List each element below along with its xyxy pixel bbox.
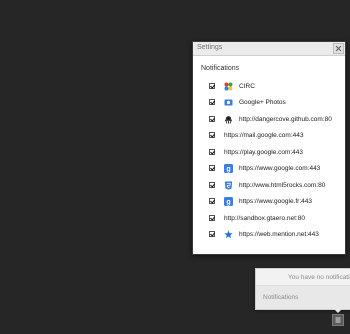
item-label: https://mail.google.com:443 (224, 131, 304, 139)
settings-dialog: Settings Notifications CIRC Google+ Phot… (192, 41, 346, 255)
menu-icon (335, 317, 341, 323)
notification-checkbox[interactable] (209, 83, 215, 89)
svg-text:g: g (226, 166, 230, 173)
notification-checkbox[interactable] (209, 198, 215, 204)
close-icon (335, 45, 342, 52)
google-g-icon: g (224, 163, 233, 173)
item-label: https://web.mention.net:443 (239, 230, 319, 238)
notification-checkbox[interactable] (209, 165, 215, 171)
item-label: http://www.html5rocks.com:80 (239, 181, 326, 189)
list-item: Google+ Photos (209, 97, 286, 107)
notification-checkbox[interactable] (209, 149, 215, 155)
notification-checkbox[interactable] (209, 132, 215, 138)
svg-text:g: g (226, 199, 230, 206)
dialog-title: Settings (197, 44, 223, 51)
list-item: http://dangercove.github.com:80 (209, 114, 332, 124)
list-item: g https://www.google.com:443 (209, 163, 320, 173)
notifications-footer-label: Notifications (263, 294, 299, 301)
list-item: http://www.html5rocks.com:80 (209, 180, 325, 190)
item-label: http://dangercove.github.com:80 (239, 115, 332, 123)
list-item: g https://www.google.fr:443 (209, 196, 312, 206)
google-photos-icon (224, 98, 233, 107)
google-g-icon: g (224, 196, 233, 206)
item-label: https://www.google.fr:443 (239, 197, 312, 205)
notification-checkbox[interactable] (209, 231, 215, 237)
html5-icon (224, 181, 233, 190)
octocat-icon (224, 115, 233, 124)
list-item: CIRC (209, 81, 255, 91)
dialog-titlebar[interactable]: Settings (193, 42, 345, 56)
item-label: https://play.google.com:443 (224, 148, 304, 156)
panel-pointer (333, 308, 343, 313)
notification-checkbox[interactable] (209, 215, 215, 221)
notifications-empty-message: You have no notifications (256, 269, 350, 286)
circ-app-icon (224, 82, 233, 91)
star-icon (224, 229, 233, 239)
dialog-content: Notifications CIRC Google+ Photos http:/… (193, 56, 345, 254)
notification-tray-button[interactable] (332, 314, 344, 326)
list-item: https://play.google.com:443 (209, 147, 303, 157)
item-label: CIRC (239, 82, 255, 90)
list-item: https://web.mention.net:443 (209, 229, 319, 239)
list-item: http://sandbox.gtaero.net:80 (209, 213, 305, 223)
item-label: https://www.google.com:443 (239, 164, 321, 172)
item-label: http://sandbox.gtaero.net:80 (224, 214, 305, 222)
list-item: https://mail.google.com:443 (209, 130, 304, 140)
close-button[interactable] (333, 43, 344, 54)
section-heading-notifications: Notifications (201, 65, 240, 72)
notification-checkbox[interactable] (209, 99, 215, 105)
notification-checkbox[interactable] (209, 116, 215, 122)
notification-checkbox[interactable] (209, 182, 215, 188)
item-label: Google+ Photos (239, 98, 286, 106)
notifications-panel: You have no notifications Notifications (255, 268, 350, 310)
